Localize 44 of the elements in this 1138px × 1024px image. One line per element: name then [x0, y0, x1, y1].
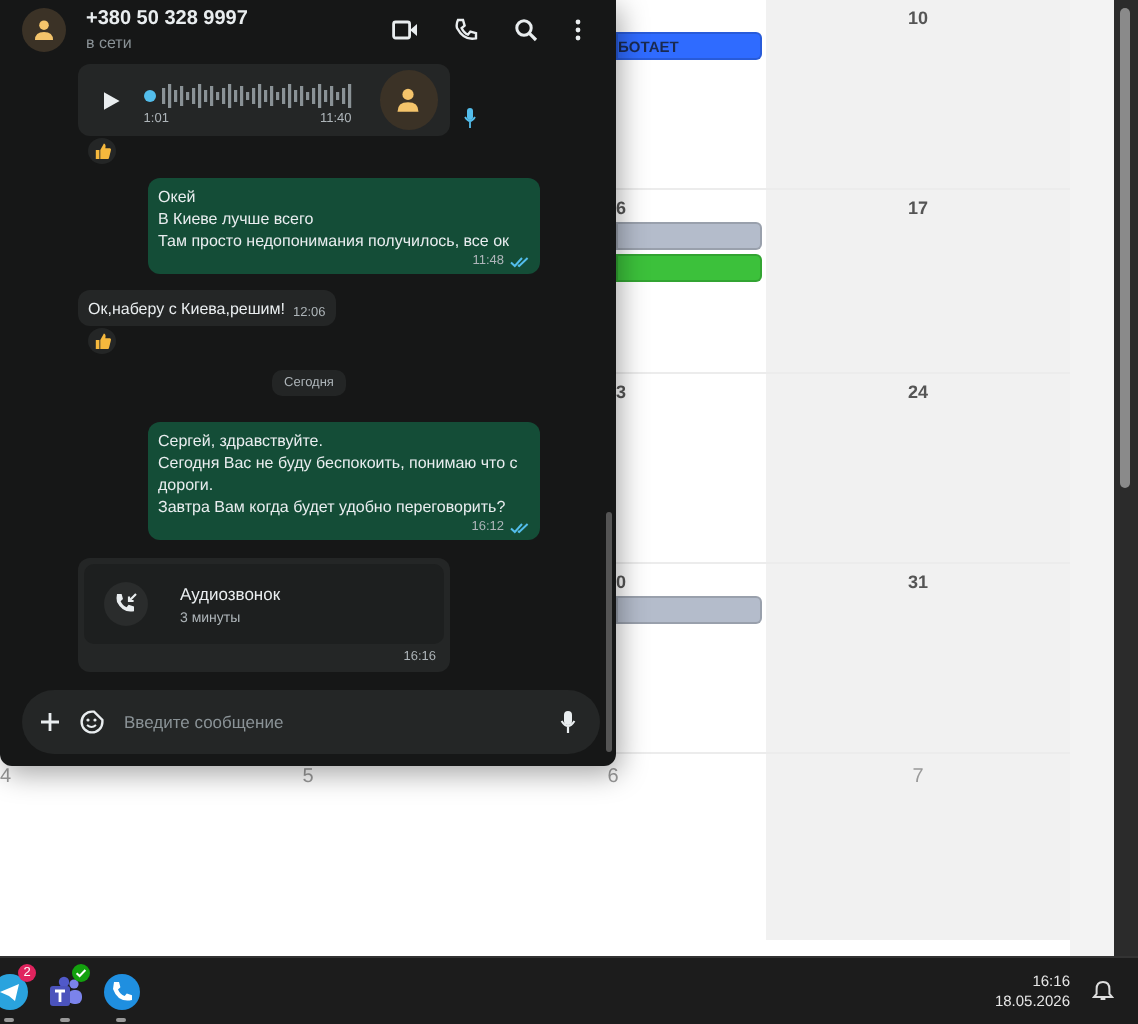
day-number: 31	[907, 570, 928, 594]
scrollbar-thumb[interactable]	[1120, 8, 1130, 488]
video-call-icon[interactable]	[392, 20, 418, 40]
day-number: 7	[912, 766, 924, 790]
reaction-badge[interactable]	[88, 328, 116, 354]
message-text: В Киеве лучше всего	[158, 208, 316, 230]
day-number: 4	[0, 766, 12, 790]
waveform-drawing[interactable]	[143, 82, 352, 110]
message-text: Окей	[158, 186, 198, 208]
day-number: 0	[616, 570, 629, 594]
phone-icon[interactable]	[104, 973, 140, 1009]
play-icon[interactable]	[104, 91, 120, 109]
day-number: 6	[607, 766, 619, 790]
reaction-badge[interactable]	[88, 138, 116, 164]
missed-call-icon	[104, 582, 148, 626]
scrollbar-thumb[interactable]	[606, 512, 612, 752]
microphone-icon	[464, 108, 476, 128]
notification-bell-icon[interactable]	[1092, 980, 1114, 1002]
paper-plane-icon[interactable]	[0, 973, 28, 1009]
message-text: Сергей, здравствуйте.	[158, 430, 325, 452]
check-badge-icon	[72, 963, 90, 981]
contact-status: в сети	[86, 34, 134, 52]
people-icon[interactable]	[48, 973, 84, 1009]
message-text: Сегодня Вас не буду беспокоить, понимаю что с дороги.	[158, 452, 520, 496]
message-text: Завтра Вам когда будет удобно переговорить?	[158, 496, 508, 518]
message-input[interactable]: Введите сообщение	[124, 712, 540, 732]
message-text: Там просто недопонимания получилось, все ок	[158, 230, 512, 252]
day-number: 17	[907, 196, 928, 220]
message-text: Ок,наберу с Киева,решим!	[88, 298, 285, 320]
contact-name: +380 50 328 9997	[86, 8, 250, 30]
sticker-icon[interactable]	[80, 710, 104, 734]
avatar-icon[interactable]	[22, 8, 66, 52]
day-number: 24	[907, 380, 928, 404]
search-icon[interactable]	[514, 18, 538, 42]
avatar-icon	[379, 70, 438, 130]
day-number: 6	[616, 196, 629, 220]
day-number: 5	[302, 766, 314, 790]
day-number: 10	[907, 6, 928, 30]
call-title: Аудиозвонок	[180, 583, 281, 603]
phone-icon[interactable]	[454, 18, 478, 42]
day-number: 3	[616, 380, 629, 404]
microphone-icon[interactable]	[560, 710, 576, 734]
more-icon[interactable]	[574, 18, 582, 42]
plus-icon[interactable]	[40, 712, 60, 732]
